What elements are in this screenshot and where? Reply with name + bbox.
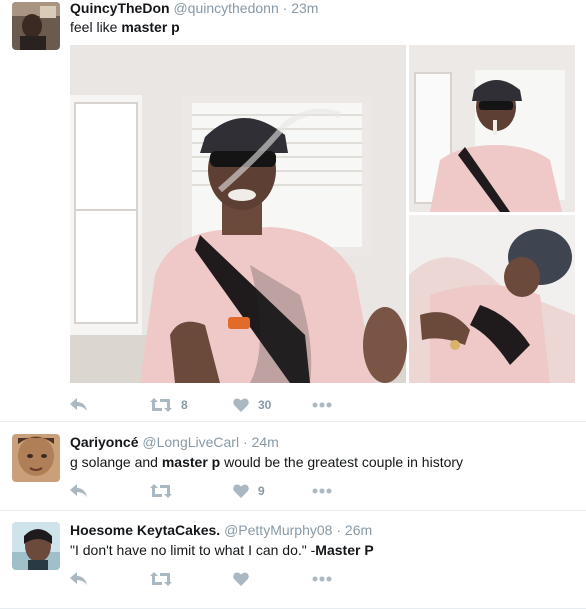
tweet-text-bold: master p xyxy=(161,454,221,470)
tweet-text: "I don't have no limit to what I can do.… xyxy=(70,542,374,558)
display-name[interactable]: Hoesome KeytaCakes. xyxy=(70,522,220,538)
reply-button[interactable] xyxy=(70,481,88,501)
tweet-actions xyxy=(70,569,360,589)
retweet-icon xyxy=(150,398,172,412)
avatar[interactable] xyxy=(12,434,60,482)
photo-top-right[interactable] xyxy=(409,45,575,212)
tweet-text: feel like master p xyxy=(70,19,180,35)
tweet-3[interactable]: Hoesome KeytaCakes. @PettyMurphy08 · 26m… xyxy=(0,511,586,609)
tweet-text-bold: Master P xyxy=(315,542,374,558)
like-button[interactable]: 9 xyxy=(233,481,265,501)
heart-icon xyxy=(233,484,249,498)
photo-grid xyxy=(70,45,575,383)
display-name[interactable]: Qariyoncé xyxy=(70,434,138,450)
reply-icon xyxy=(70,572,87,585)
retweet-count: 8 xyxy=(181,398,188,412)
tweet-2[interactable]: Qariyoncé @LongLiveCarl · 24m g solange … xyxy=(0,422,586,511)
timestamp[interactable]: 24m xyxy=(252,434,279,450)
more-button[interactable] xyxy=(312,395,332,415)
tweet-text-plain: feel like xyxy=(70,19,122,35)
like-button[interactable] xyxy=(233,569,249,589)
more-button[interactable] xyxy=(312,481,332,501)
tweet-text-bold: master p xyxy=(121,19,180,35)
more-button[interactable] xyxy=(312,569,332,589)
photo-bottom-right[interactable] xyxy=(409,215,575,383)
more-icon xyxy=(312,576,332,582)
more-icon xyxy=(312,402,332,408)
reply-button[interactable] xyxy=(70,395,88,415)
reply-icon xyxy=(70,398,87,411)
more-icon xyxy=(312,488,332,494)
avatar[interactable] xyxy=(12,2,60,50)
photo-main[interactable] xyxy=(70,45,407,383)
like-button[interactable]: 30 xyxy=(233,395,271,415)
timestamp[interactable]: 26m xyxy=(345,522,372,538)
username[interactable]: @PettyMurphy08 xyxy=(224,522,332,538)
like-count: 30 xyxy=(258,398,272,412)
retweet-button[interactable]: 8 xyxy=(150,395,188,415)
retweet-button[interactable] xyxy=(150,481,172,501)
separator: · xyxy=(242,434,248,450)
retweet-button[interactable] xyxy=(150,569,172,589)
tweet-1[interactable]: QuincyTheDon @quincythedonn · 23m feel l… xyxy=(0,0,586,422)
heart-icon xyxy=(233,572,249,586)
retweet-icon xyxy=(150,572,172,586)
display-name[interactable]: QuincyTheDon xyxy=(70,0,170,16)
tweet-text: g solange and master p would be the grea… xyxy=(70,454,463,470)
username[interactable]: @quincythedonn xyxy=(173,0,278,16)
tweet-text-plain: "I don't have no limit to what I can do.… xyxy=(70,542,316,558)
avatar[interactable] xyxy=(12,522,60,570)
separator: · xyxy=(336,522,342,538)
separator: · xyxy=(282,0,288,16)
like-count: 9 xyxy=(258,484,265,498)
tweet-text-pre: g solange and xyxy=(70,454,162,470)
tweet-actions: 9 xyxy=(70,481,360,501)
retweet-icon xyxy=(150,484,172,498)
reply-button[interactable] xyxy=(70,569,88,589)
reply-icon xyxy=(70,484,87,497)
timestamp[interactable]: 23m xyxy=(291,0,318,16)
username[interactable]: @LongLiveCarl xyxy=(142,434,239,450)
heart-icon xyxy=(233,398,249,412)
tweet-text-post: would be the greatest couple in history xyxy=(220,454,464,470)
tweet-actions: 8 30 xyxy=(70,395,360,415)
